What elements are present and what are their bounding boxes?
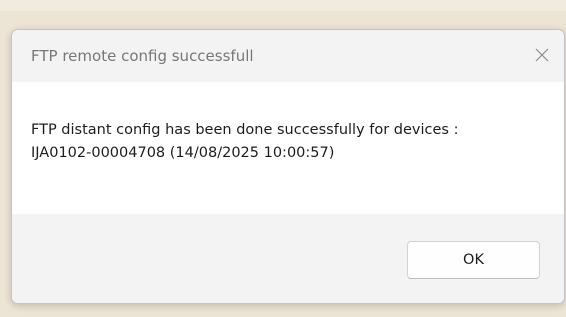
message-line-1: FTP distant config has been done success… xyxy=(31,122,459,138)
message-dialog: FTP remote config successfull FTP distan… xyxy=(11,29,565,304)
close-button[interactable] xyxy=(526,40,558,70)
dialog-title: FTP remote config successfull xyxy=(31,47,254,65)
ok-button[interactable]: OK xyxy=(407,241,540,279)
dialog-titlebar: FTP remote config successfull xyxy=(12,30,564,82)
dialog-message: FTP distant config has been done success… xyxy=(31,119,458,165)
close-icon xyxy=(535,48,549,62)
dialog-content: FTP distant config has been done success… xyxy=(12,82,564,214)
desktop-background xyxy=(0,0,566,11)
message-line-2: IJA0102-00004708 (14/08/2025 10:00:57) xyxy=(31,145,335,161)
dialog-footer: OK xyxy=(12,214,564,303)
